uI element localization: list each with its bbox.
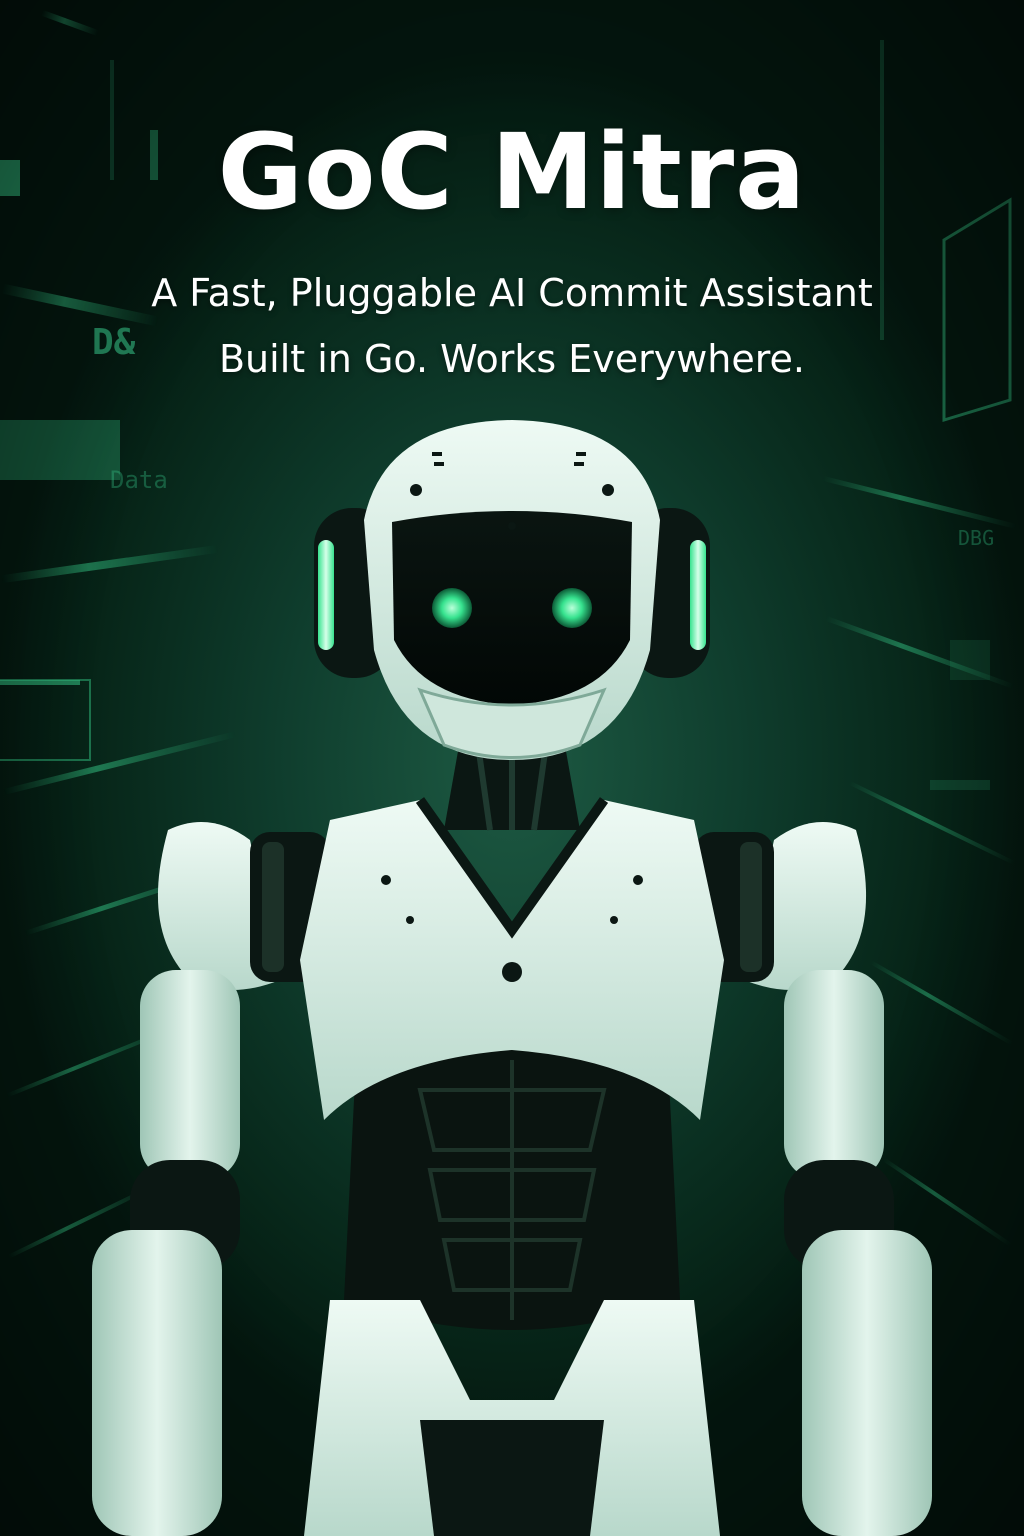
poster: D& Data DBG GoC Mitra A Fast, Pluggable … xyxy=(0,0,1024,1536)
poster-subtitle-line2: Built in Go. Works Everywhere. xyxy=(218,337,806,381)
poster-title: GoC Mitra xyxy=(217,111,807,233)
poster-subtitle-line1: A Fast, Pluggable AI Commit Assistant xyxy=(151,271,873,315)
